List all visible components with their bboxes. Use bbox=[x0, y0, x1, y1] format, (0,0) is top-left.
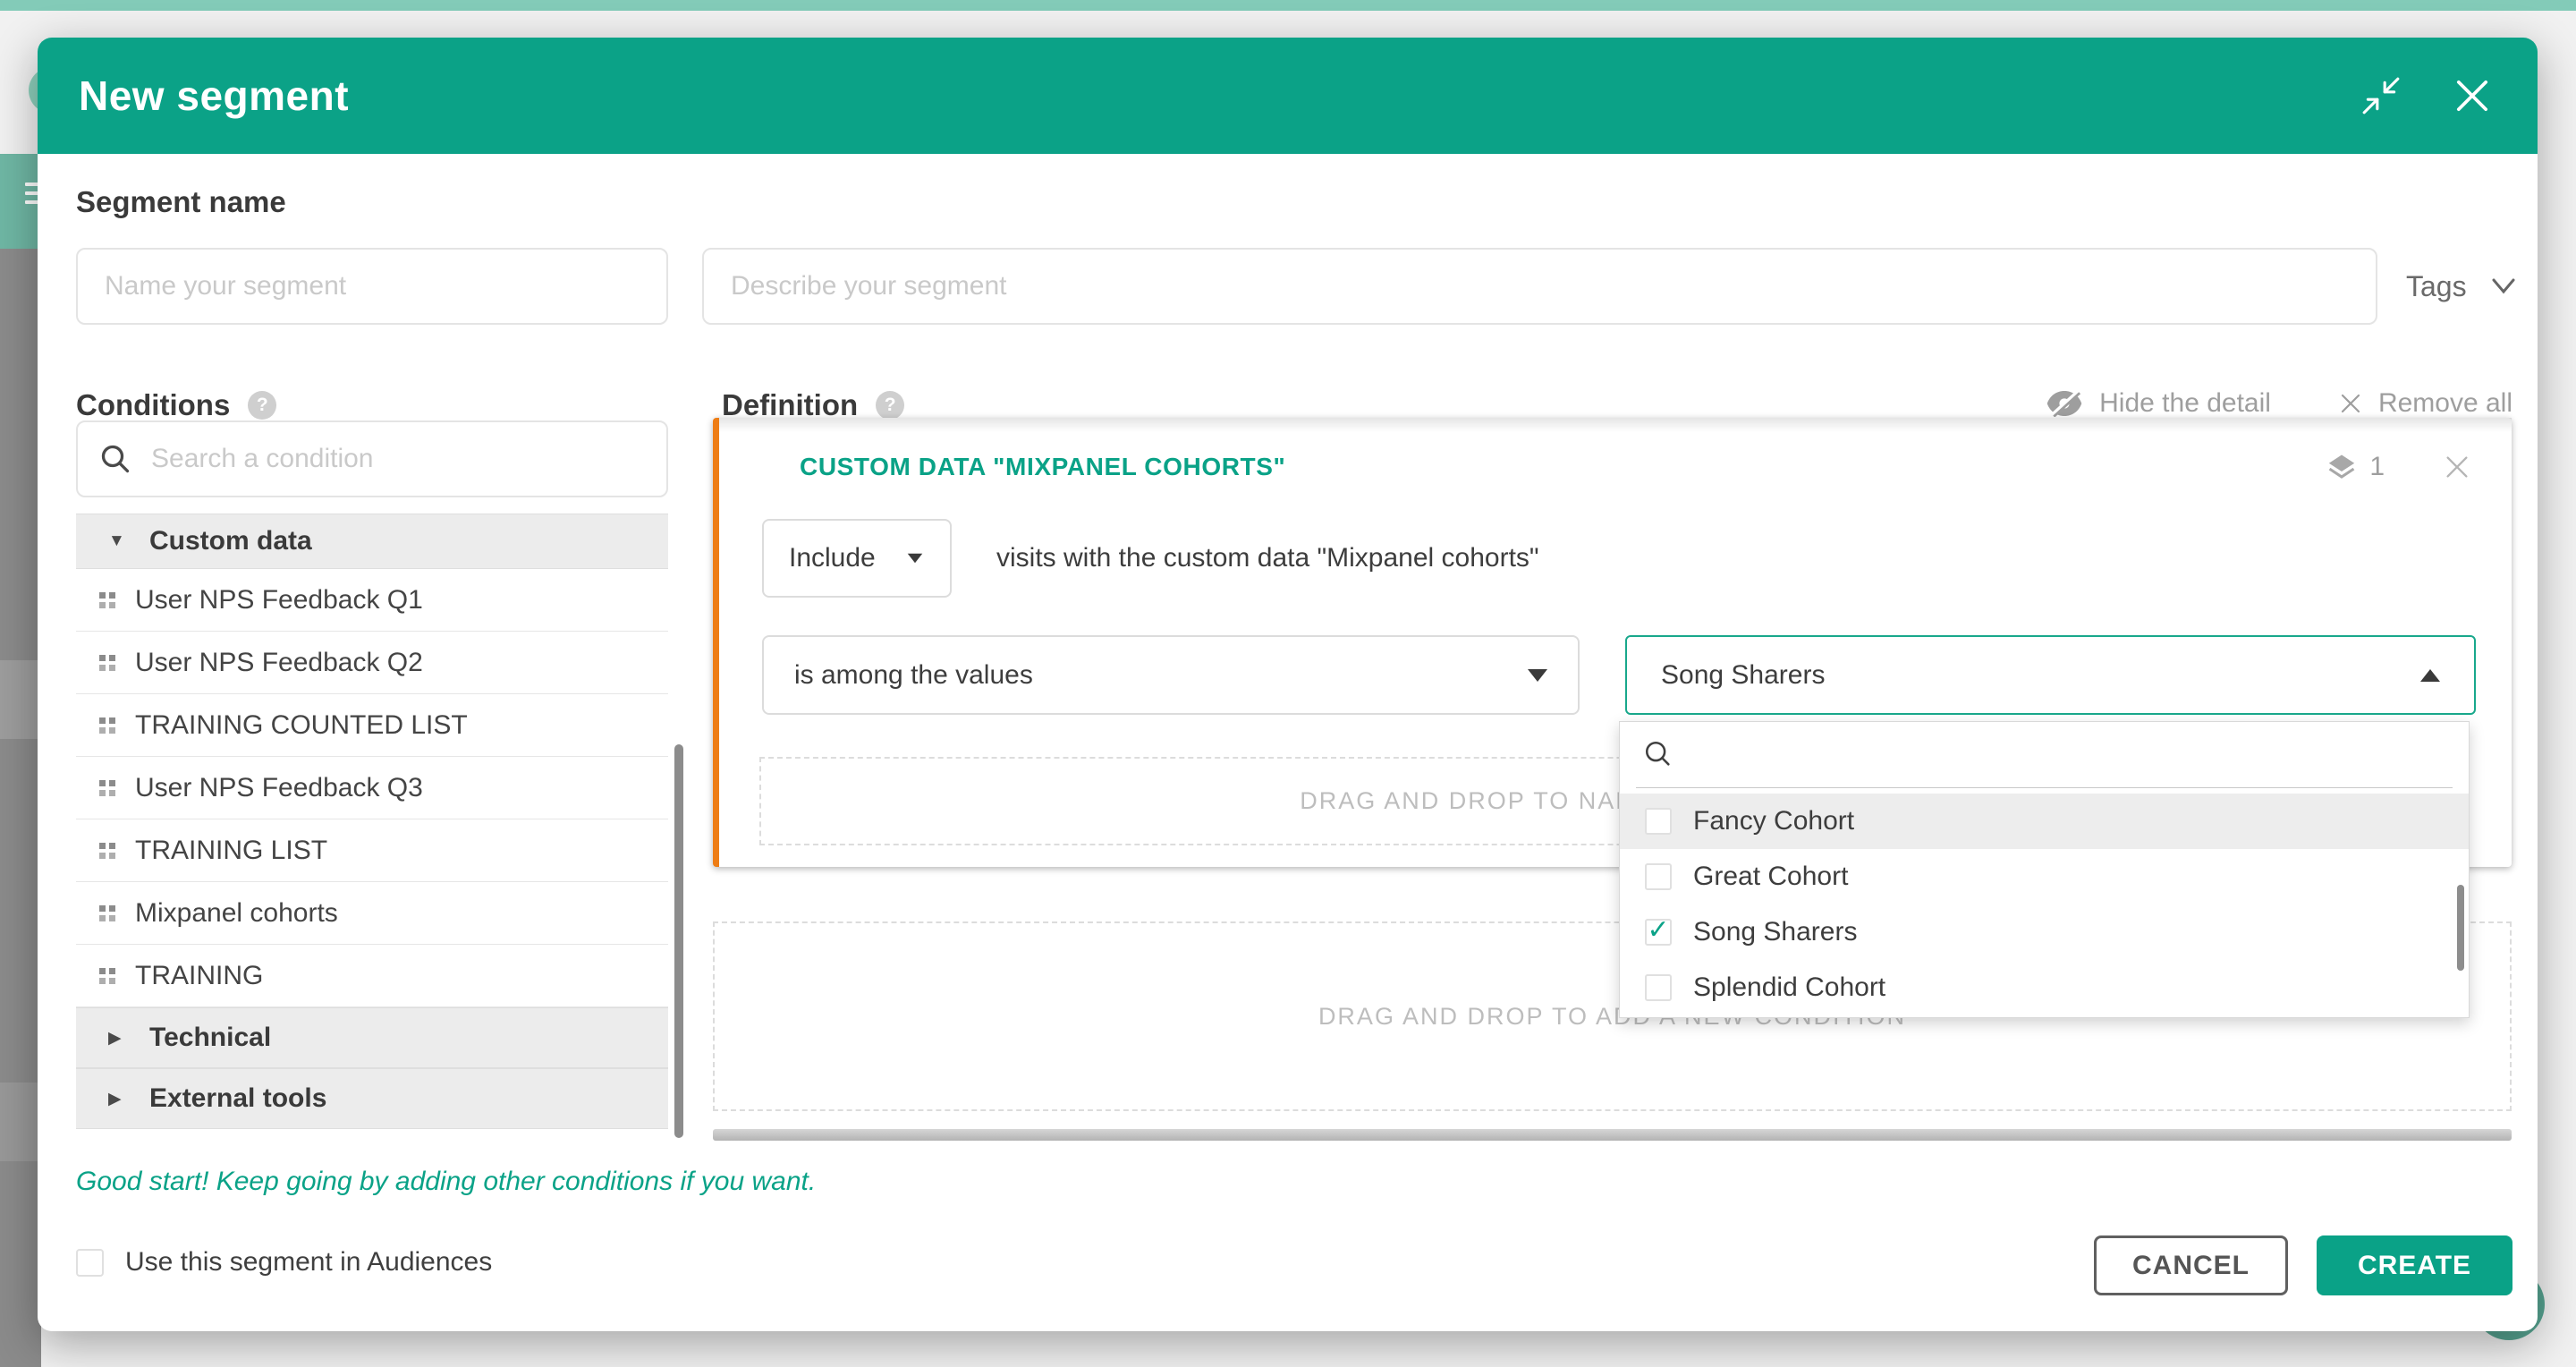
audiences-checkbox-label: Use this segment in Audiences bbox=[125, 1247, 492, 1278]
hide-detail-button[interactable]: Hide the detail bbox=[2046, 388, 2271, 419]
condition-item[interactable]: User NPS Feedback Q2 bbox=[76, 632, 668, 694]
search-icon bbox=[1643, 739, 1674, 769]
checkbox-unchecked[interactable] bbox=[1645, 974, 1672, 1001]
tags-dropdown[interactable]: Tags bbox=[2406, 248, 2517, 325]
tags-label: Tags bbox=[2406, 270, 2467, 303]
hide-detail-label: Hide the detail bbox=[2099, 388, 2271, 419]
hint-text: Good start! Keep going by adding other c… bbox=[76, 1167, 816, 1197]
dropdown-search bbox=[1620, 722, 2469, 786]
dropdown-search-input[interactable] bbox=[1691, 739, 2445, 769]
caret-up-icon bbox=[2420, 669, 2440, 682]
caret-down-icon bbox=[908, 554, 923, 564]
search-icon bbox=[99, 443, 131, 475]
condition-sentence: visits with the custom data "Mixpanel co… bbox=[996, 543, 1539, 573]
option-song-sharers[interactable]: ✓ Song Sharers bbox=[1620, 904, 2469, 960]
group-header-external-tools[interactable]: ▶ External tools bbox=[76, 1068, 668, 1129]
create-button[interactable]: CREATE bbox=[2317, 1235, 2512, 1295]
condition-search bbox=[76, 420, 668, 497]
condition-search-input[interactable] bbox=[151, 444, 645, 474]
close-icon[interactable] bbox=[2444, 454, 2470, 480]
drag-handle-icon[interactable] bbox=[99, 655, 115, 671]
dropdown-scrollbar[interactable] bbox=[2457, 885, 2464, 971]
checkbox-checked[interactable]: ✓ bbox=[1645, 919, 1672, 946]
conditions-scrollbar[interactable] bbox=[674, 744, 683, 1138]
top-nav-strip bbox=[0, 0, 2576, 11]
background-sidebar-item bbox=[0, 660, 41, 739]
close-icon[interactable] bbox=[2453, 77, 2491, 115]
condition-item[interactable]: User NPS Feedback Q3 bbox=[76, 757, 668, 819]
option-great-cohort[interactable]: Great Cohort bbox=[1620, 849, 2469, 904]
layers-icon[interactable] bbox=[2326, 452, 2357, 482]
operator-select[interactable]: is among the values bbox=[762, 635, 1580, 715]
condition-item[interactable]: User NPS Feedback Q1 bbox=[76, 569, 668, 632]
condition-item[interactable]: TRAINING bbox=[76, 945, 668, 1007]
chevron-down-icon bbox=[2490, 276, 2517, 296]
remove-all-label: Remove all bbox=[2378, 388, 2512, 419]
value-select[interactable]: Song Sharers bbox=[1625, 635, 2476, 715]
background-sidebar-item bbox=[0, 1083, 41, 1161]
segment-name-input[interactable] bbox=[76, 248, 668, 325]
conditions-label: Conditions bbox=[76, 388, 230, 422]
option-splendid-cohort[interactable]: Splendid Cohort bbox=[1620, 960, 2469, 1015]
checkbox-unchecked[interactable] bbox=[1645, 808, 1672, 835]
checkbox-unchecked[interactable] bbox=[1645, 863, 1672, 890]
condition-card-title: CUSTOM DATA "MIXPANEL COHORTS" bbox=[800, 453, 2326, 481]
caret-right-icon: ▶ bbox=[108, 1089, 130, 1109]
help-icon[interactable]: ? bbox=[876, 391, 904, 420]
definition-horizontal-scrollbar[interactable] bbox=[713, 1129, 2512, 1141]
eye-off-icon bbox=[2046, 390, 2083, 417]
checkmark-icon: ✓ bbox=[1647, 917, 1669, 944]
caret-down-icon: ▼ bbox=[108, 531, 130, 551]
x-icon bbox=[2339, 392, 2362, 415]
condition-item[interactable]: TRAINING COUNTED LIST bbox=[76, 694, 668, 757]
remove-all-button[interactable]: Remove all bbox=[2339, 388, 2512, 419]
caret-right-icon: ▶ bbox=[108, 1028, 130, 1049]
modal-title: New segment bbox=[79, 38, 349, 154]
drag-handle-icon[interactable] bbox=[99, 780, 115, 796]
segment-description-input[interactable] bbox=[702, 248, 2377, 325]
menu-band bbox=[0, 154, 41, 249]
group-header-technical[interactable]: ▶ Technical bbox=[76, 1007, 668, 1068]
condition-item[interactable]: Mixpanel cohorts bbox=[76, 882, 668, 945]
drag-handle-icon[interactable] bbox=[99, 717, 115, 734]
group-header-custom-data[interactable]: ▼ Custom data bbox=[76, 514, 668, 569]
segment-name-label: Segment name bbox=[76, 185, 286, 219]
value-dropdown-panel: Fancy Cohort Great Cohort ✓ Song Sharers… bbox=[1619, 721, 2470, 1018]
modal-header: New segment bbox=[38, 38, 2538, 154]
layer-count: 1 bbox=[2369, 452, 2385, 482]
help-icon[interactable]: ? bbox=[248, 391, 276, 420]
new-segment-modal: New segment Segment name Tags Conditions… bbox=[38, 38, 2538, 1331]
drag-handle-icon[interactable] bbox=[99, 592, 115, 608]
include-select[interactable]: Include bbox=[762, 519, 952, 598]
drag-handle-icon[interactable] bbox=[99, 843, 115, 859]
background-sidebar bbox=[0, 249, 41, 1367]
option-fancy-cohort[interactable]: Fancy Cohort bbox=[1620, 794, 2469, 849]
cancel-button[interactable]: CANCEL bbox=[2094, 1235, 2288, 1295]
condition-item[interactable]: TRAINING LIST bbox=[76, 819, 668, 882]
collapse-icon[interactable] bbox=[2360, 75, 2402, 116]
drag-handle-icon[interactable] bbox=[99, 968, 115, 984]
drag-handle-icon[interactable] bbox=[99, 905, 115, 921]
audiences-checkbox[interactable] bbox=[76, 1249, 104, 1277]
caret-down-icon bbox=[1528, 669, 1547, 682]
conditions-list: ▼ Custom data User NPS Feedback Q1 User … bbox=[76, 514, 668, 1129]
